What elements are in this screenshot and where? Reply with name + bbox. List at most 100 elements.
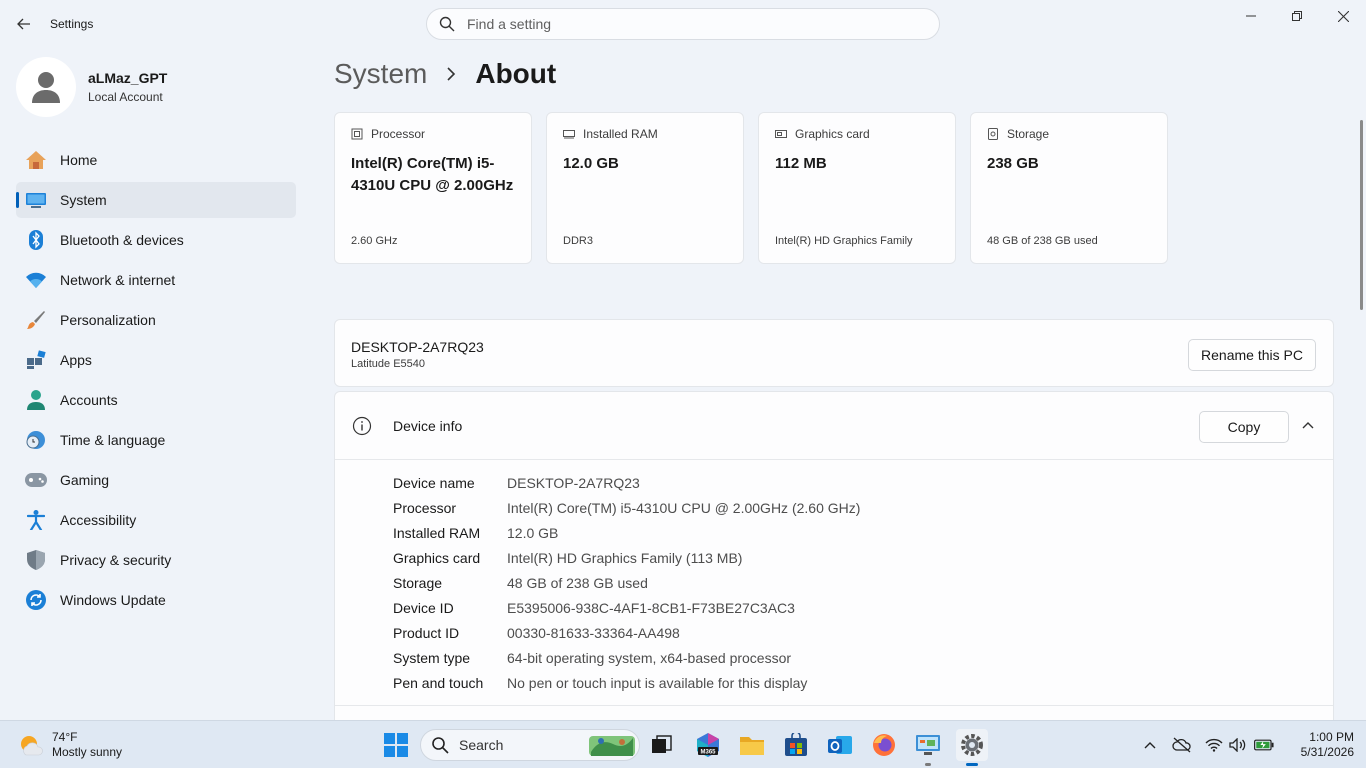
gamepad-icon	[24, 468, 48, 492]
close-icon	[1337, 10, 1349, 22]
sidebar-item-privacy[interactable]: Privacy & security	[16, 542, 296, 578]
brush-icon	[24, 308, 48, 332]
copy-button[interactable]: Copy	[1199, 411, 1289, 443]
outlook-icon	[828, 736, 852, 754]
device-info-label: Processor	[393, 499, 457, 516]
start-button[interactable]	[380, 729, 412, 761]
taskbar-outlook[interactable]	[824, 729, 856, 761]
device-info-value: 48 GB of 238 GB used	[507, 574, 648, 591]
device-info-header[interactable]: Device info Copy	[335, 392, 1333, 460]
sidebar-item-label: Gaming	[60, 472, 110, 488]
profile-account-type: Local Account	[88, 90, 163, 104]
sidebar-item-personalization[interactable]: Personalization	[16, 302, 296, 338]
sidebar-item-label: Apps	[60, 352, 92, 368]
processor-icon	[351, 128, 363, 140]
divider	[335, 705, 1333, 706]
device-info-label: Device name	[393, 474, 475, 491]
sidebar-item-accessibility[interactable]: Accessibility	[16, 502, 296, 538]
minimize-icon	[1246, 15, 1256, 17]
microsoft-365-label: M365	[700, 750, 716, 756]
device-info-list: Device name DESKTOP-2A7RQ23 Processor Inte…	[393, 470, 860, 695]
avatar	[16, 57, 76, 117]
device-info-label: Device ID	[393, 599, 454, 616]
device-info-row: System type 64-bit operating system, x64-…	[393, 645, 860, 670]
sidebar-item-bluetooth[interactable]: Bluetooth & devices	[16, 222, 296, 258]
weather-description: Mostly sunny	[52, 745, 123, 759]
sidebar-item-apps[interactable]: Apps	[16, 342, 296, 378]
sidebar-item-label: Accessibility	[60, 512, 137, 528]
system-clock[interactable]: 1:00 PM 5/31/2026	[1290, 730, 1354, 760]
sidebar-item-system[interactable]: System	[16, 182, 296, 218]
spec-subtext: Intel(R) HD Graphics Family	[775, 235, 913, 247]
device-info-value: E5395006-938C-4AF1-8CB1-F73BE27C3AC3	[507, 599, 795, 616]
sidebar-item-gaming[interactable]: Gaming	[16, 462, 296, 498]
taskbar-microsoft-365[interactable]: M365	[692, 729, 724, 761]
wifi-status[interactable]	[1204, 735, 1224, 755]
minimize-button[interactable]	[1228, 0, 1274, 32]
taskbar-search[interactable]: Search	[420, 729, 640, 761]
taskbar-file-explorer[interactable]	[736, 729, 768, 761]
device-info-value: No pen or touch input is available for t…	[507, 674, 808, 691]
storage-icon	[988, 128, 998, 140]
sidebar-item-label: Home	[60, 152, 98, 168]
taskbar-control-panel[interactable]	[912, 729, 944, 766]
microsoft-365-icon: M365	[697, 733, 719, 757]
settings-search-input[interactable]	[467, 16, 907, 32]
spec-value: 12.0 GB	[563, 155, 619, 172]
weather-widget[interactable]: 74°F Mostly sunny	[18, 730, 122, 760]
sidebar-item-windows-update[interactable]: Windows Update	[16, 582, 296, 618]
firefox-icon	[873, 734, 895, 756]
spec-label: Installed RAM	[583, 127, 658, 141]
close-button[interactable]	[1320, 0, 1366, 32]
device-info-row: Storage 48 GB of 238 GB used	[393, 570, 860, 595]
taskbar-firefox[interactable]	[868, 729, 900, 761]
volume-status[interactable]	[1228, 735, 1248, 755]
device-info-label: Graphics card	[393, 549, 481, 566]
onedrive-status[interactable]	[1172, 735, 1192, 755]
accessibility-icon	[24, 508, 48, 532]
taskbar-search-label: Search	[459, 737, 504, 753]
taskbar-microsoft-store[interactable]	[780, 729, 812, 761]
chevron-right-icon	[447, 67, 456, 81]
back-button[interactable]	[10, 10, 38, 38]
breadcrumb-parent[interactable]: System	[334, 58, 427, 90]
system-icon	[24, 188, 48, 212]
taskbar-task-view[interactable]	[646, 729, 678, 761]
pc-model: Latitude E5540	[351, 358, 426, 370]
scrollbar-thumb[interactable]	[1360, 120, 1363, 310]
rename-pc-button[interactable]: Rename this PC	[1188, 339, 1316, 371]
chevron-up-icon[interactable]	[1301, 420, 1315, 430]
search-highlight-icon	[589, 736, 635, 756]
device-info-label: Product ID	[393, 624, 460, 641]
show-hidden-icons-button[interactable]	[1140, 735, 1160, 755]
control-panel-icon	[916, 735, 940, 755]
active-indicator	[966, 763, 978, 766]
device-info-row: Graphics card Intel(R) HD Graphics Family…	[393, 545, 860, 570]
cloud-offline-icon	[1172, 737, 1191, 753]
sidebar-item-accounts[interactable]: Accounts	[16, 382, 296, 418]
taskbar: 74°F Mostly sunny Search M365 1:00 PM 5/…	[0, 720, 1366, 768]
spec-card-ram: Installed RAM 12.0 GB DDR3	[546, 112, 744, 264]
sidebar-item-home[interactable]: Home	[16, 142, 296, 178]
chevron-up-icon	[1144, 742, 1156, 749]
settings-search-box[interactable]	[426, 8, 940, 40]
pc-name-card: DESKTOP-2A7RQ23 Latitude E5540 Rename th…	[334, 319, 1334, 387]
device-info-value: 12.0 GB	[507, 524, 559, 541]
clock-globe-icon	[24, 428, 48, 452]
store-icon	[785, 733, 807, 756]
running-indicator	[925, 763, 931, 766]
spec-card-processor: Processor Intel(R) Core(TM) i5-4310U CPU…	[334, 112, 532, 264]
search-icon	[432, 737, 449, 754]
weather-temperature: 74°F	[52, 730, 78, 744]
spec-value: Intel(R) Core(TM) i5-4310U CPU @ 2.00GHz	[351, 155, 514, 194]
taskbar-settings[interactable]	[956, 729, 988, 766]
accounts-icon	[24, 388, 48, 412]
sidebar-item-label: Bluetooth & devices	[60, 232, 184, 248]
sidebar-item-time-language[interactable]: Time & language	[16, 422, 296, 458]
user-profile[interactable]: aLMaz_GPT Local Account	[16, 57, 167, 117]
battery-status[interactable]	[1254, 735, 1274, 755]
sidebar-item-network[interactable]: Network & internet	[16, 262, 296, 298]
restore-button[interactable]	[1274, 0, 1320, 32]
bluetooth-icon	[24, 228, 48, 252]
speaker-icon	[1229, 738, 1246, 752]
